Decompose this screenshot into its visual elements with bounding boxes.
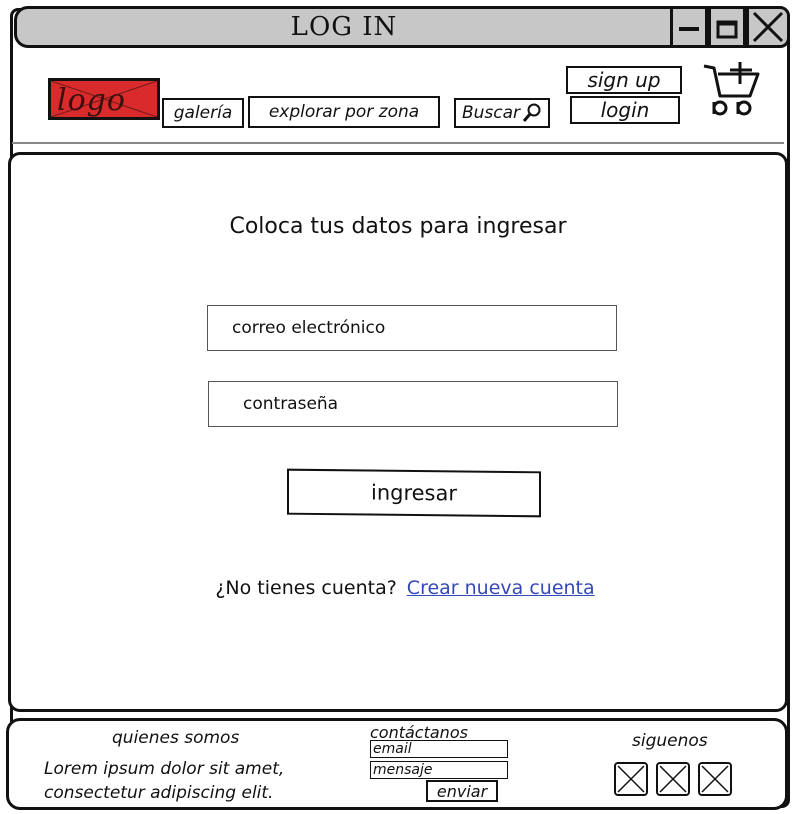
social-placeholder-icon	[617, 765, 645, 793]
social-placeholder-icon	[701, 765, 729, 793]
minimize-icon	[679, 27, 699, 31]
login-label: login	[600, 98, 650, 122]
nav-gallery-label: galería	[173, 103, 233, 123]
search-button[interactable]: Buscar	[454, 98, 550, 128]
nav-explore-link[interactable]: explorar por zona	[248, 96, 440, 128]
signup-label: sign up	[587, 68, 661, 92]
close-button[interactable]	[746, 6, 790, 48]
footer-message-label: mensaje	[373, 762, 433, 778]
submit-button[interactable]: ingresar	[287, 468, 541, 518]
footer-email-field[interactable]: email	[370, 740, 508, 758]
cart-icon[interactable]	[700, 60, 764, 122]
maximize-button[interactable]	[708, 6, 746, 48]
maximize-icon	[716, 20, 738, 39]
close-icon	[752, 11, 784, 43]
create-account-link[interactable]: Crear nueva cuenta	[407, 577, 595, 599]
header-divider	[12, 142, 784, 144]
nav-gallery-link[interactable]: galería	[162, 98, 244, 128]
logo[interactable]: logo	[48, 78, 160, 120]
window-title: LOG IN	[290, 12, 398, 42]
nav-explore-label: explorar por zona	[268, 102, 420, 122]
minimize-button[interactable]	[670, 6, 708, 48]
footer-follow-title: siguenos	[632, 731, 708, 751]
no-account-text: ¿No tienes cuenta?	[215, 577, 397, 599]
footer-send-button[interactable]: enviar	[426, 780, 498, 802]
title-bar: LOG IN	[14, 6, 674, 48]
social-placeholder-icon	[659, 765, 687, 793]
social-link-3[interactable]	[698, 762, 732, 796]
email-input[interactable]	[207, 305, 617, 351]
footer-email-label: email	[373, 741, 412, 757]
login-button[interactable]: login	[570, 96, 680, 124]
footer-about-body: Lorem ipsum dolor sit amet, consectetur …	[44, 759, 285, 803]
signup-prompt: ¿No tienes cuenta? Crear nueva cuenta	[0, 577, 796, 599]
signup-button[interactable]: sign up	[566, 66, 682, 94]
footer-about-title: quienes somos	[112, 728, 240, 748]
footer-message-field[interactable]: mensaje	[370, 761, 508, 779]
search-label: Buscar	[461, 103, 521, 123]
search-icon	[522, 103, 541, 122]
social-link-2[interactable]	[656, 762, 690, 796]
social-link-1[interactable]	[614, 762, 648, 796]
login-title: Coloca tus datos para ingresar	[229, 214, 567, 239]
password-input[interactable]	[208, 381, 618, 427]
logo-text: logo	[57, 83, 126, 118]
